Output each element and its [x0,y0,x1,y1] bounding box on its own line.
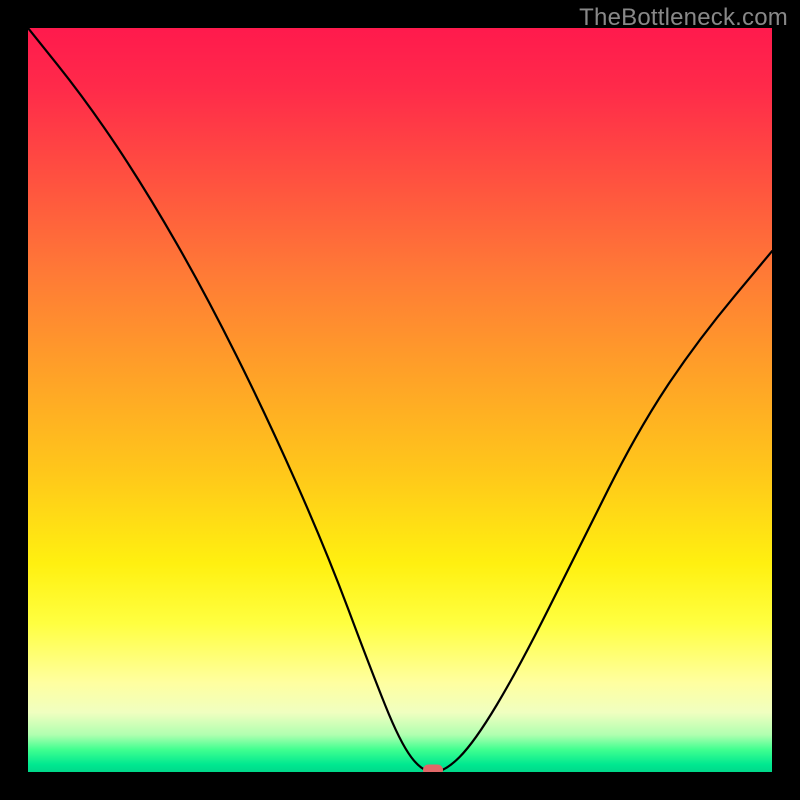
bottleneck-chart: TheBottleneck.com [0,0,800,800]
optimal-marker [423,765,443,773]
curve-svg [28,28,772,772]
watermark-text: TheBottleneck.com [579,4,788,32]
plot-area [28,28,772,772]
bottleneck-curve-path [28,28,772,772]
